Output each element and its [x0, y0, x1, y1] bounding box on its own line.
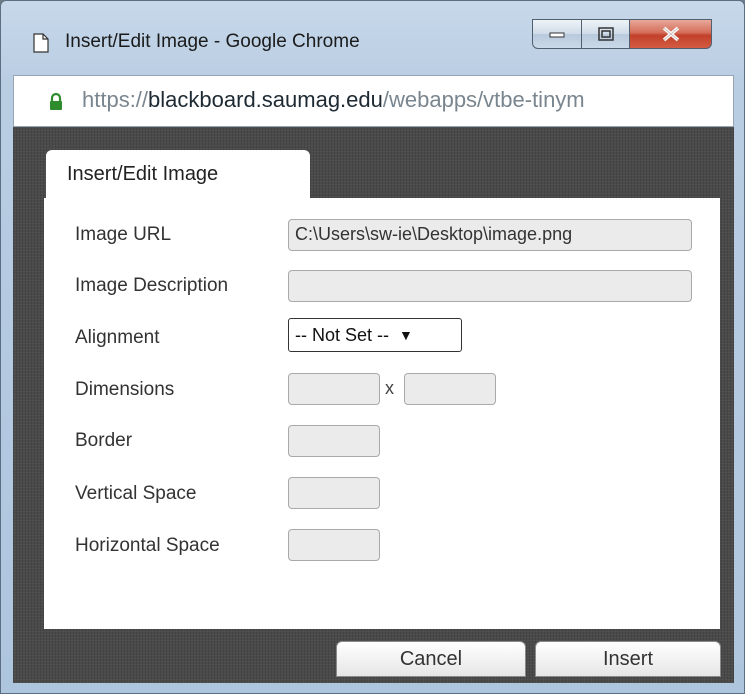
- browser-window: Insert/Edit Image - Google Chrome https:…: [0, 0, 745, 694]
- page-icon: [33, 33, 49, 53]
- maximize-button[interactable]: [582, 19, 630, 49]
- width-field[interactable]: [288, 373, 380, 405]
- dialog-content: Insert/Edit Image Image URL C:\Users\sw-…: [13, 127, 734, 683]
- border-label: Border: [75, 430, 133, 451]
- horizontal-space-label: Horizontal Space: [75, 535, 220, 556]
- dimensions-separator: x: [385, 378, 394, 398]
- close-icon: [662, 26, 679, 42]
- cancel-button[interactable]: Cancel: [336, 641, 526, 677]
- vertical-space-field[interactable]: [288, 477, 380, 509]
- lock-icon: [50, 92, 62, 110]
- tab-insert-edit-image[interactable]: Insert/Edit Image: [46, 150, 310, 200]
- dimensions-label: Dimensions: [75, 379, 175, 400]
- vertical-space-label: Vertical Space: [75, 483, 197, 504]
- image-properties-panel: Image URL C:\Users\sw-ie\Desktop\image.p…: [44, 198, 720, 629]
- border-field[interactable]: [288, 425, 380, 457]
- window-title: Insert/Edit Image - Google Chrome: [65, 31, 360, 52]
- address-bar[interactable]: https://blackboard.saumag.edu/webapps/vt…: [13, 75, 734, 127]
- image-description-field[interactable]: [288, 270, 692, 302]
- title-bar[interactable]: Insert/Edit Image - Google Chrome: [1, 1, 744, 75]
- image-url-label: Image URL: [75, 224, 172, 245]
- alignment-value: -- Not Set --: [295, 324, 390, 345]
- image-description-label: Image Description: [75, 275, 229, 296]
- close-button[interactable]: [630, 19, 712, 49]
- url-text: https://blackboard.saumag.edu/webapps/vt…: [82, 87, 730, 113]
- alignment-label: Alignment: [75, 327, 160, 348]
- insert-button[interactable]: Insert: [535, 641, 721, 677]
- image-url-field[interactable]: C:\Users\sw-ie\Desktop\image.png: [288, 219, 692, 251]
- dropdown-arrow-icon: ▼: [399, 327, 413, 343]
- url-scheme: https://: [82, 87, 149, 112]
- minimize-button[interactable]: [532, 19, 582, 49]
- minimize-icon: [549, 32, 565, 38]
- height-field[interactable]: [404, 373, 496, 405]
- url-host: blackboard.saumag.edu: [148, 87, 383, 112]
- url-path: /webapps/vtbe-tinym: [382, 87, 585, 112]
- alignment-select[interactable]: -- Not Set -- ▼: [288, 318, 462, 352]
- tab-label: Insert/Edit Image: [67, 163, 219, 185]
- window-controls: [532, 19, 712, 51]
- maximize-icon: [597, 27, 614, 41]
- horizontal-space-field[interactable]: [288, 529, 380, 561]
